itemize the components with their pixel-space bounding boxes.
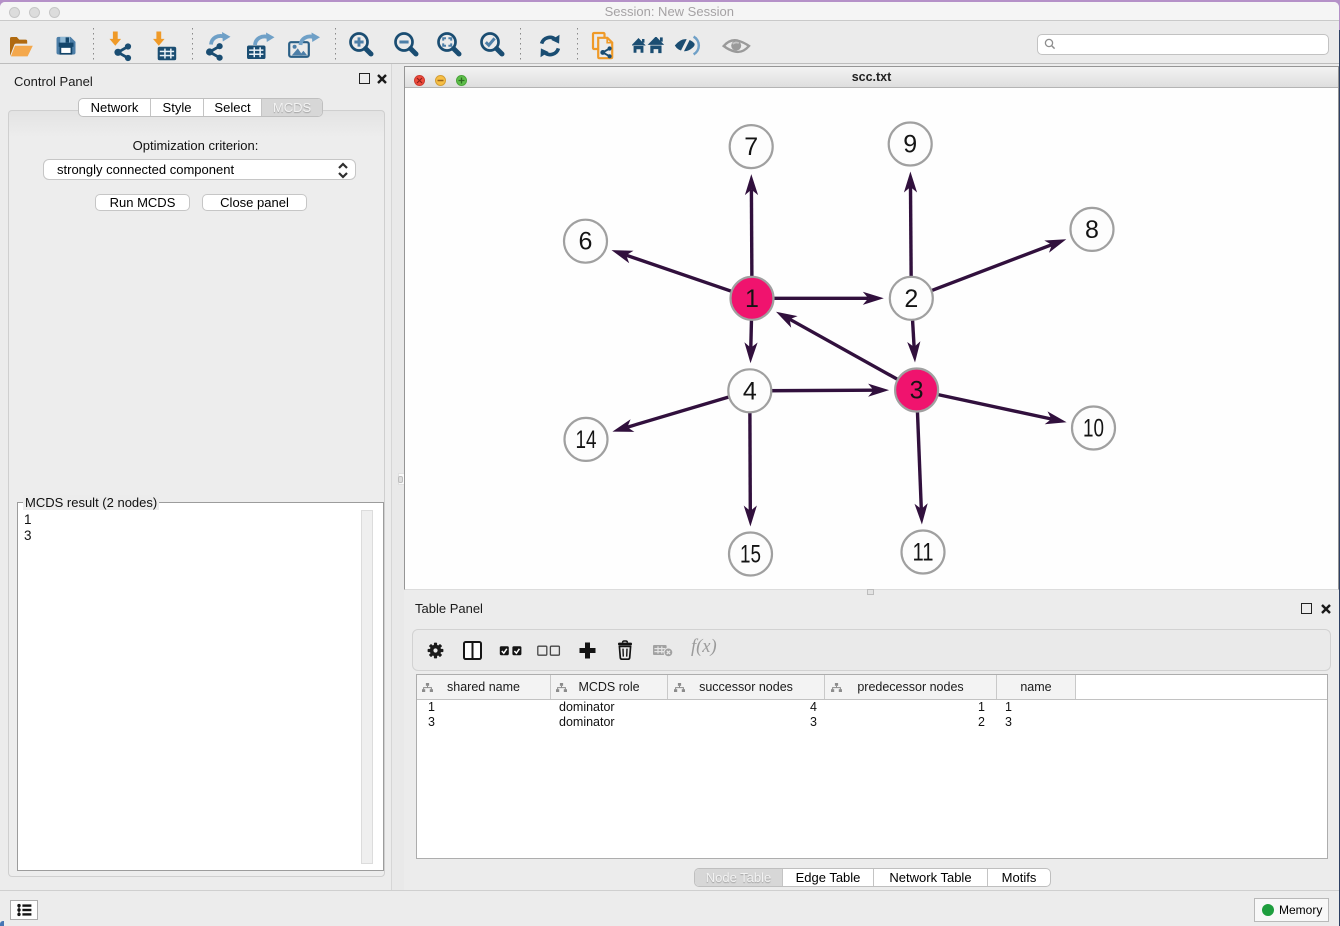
svg-text:14: 14 — [576, 426, 597, 454]
svg-text:15: 15 — [740, 541, 761, 569]
svg-text:9: 9 — [903, 131, 917, 159]
svg-text:3: 3 — [910, 377, 924, 405]
svg-text:11: 11 — [913, 539, 934, 567]
svg-text:2: 2 — [904, 285, 918, 313]
svg-text:1: 1 — [745, 285, 759, 313]
svg-text:8: 8 — [1085, 216, 1099, 244]
svg-text:4: 4 — [743, 377, 757, 405]
svg-text:10: 10 — [1083, 415, 1104, 443]
svg-text:6: 6 — [579, 228, 593, 256]
svg-text:7: 7 — [744, 133, 758, 161]
